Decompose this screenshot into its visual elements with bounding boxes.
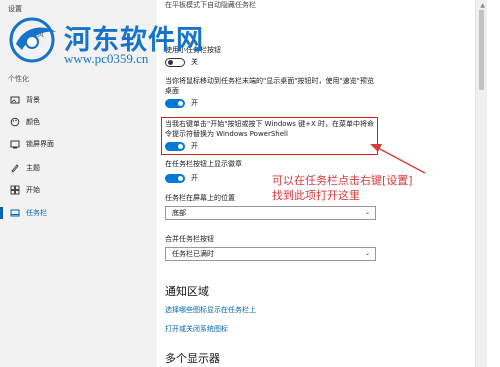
annotation-text: 可以在任务栏点击右键[设置] 找到此项打开这里 [272, 174, 413, 202]
sidebar-item-start[interactable]: 开始 [0, 180, 157, 200]
palette-icon [10, 117, 20, 127]
window-title: 设置 [8, 5, 22, 13]
sidebar-item-background[interactable]: 背景 [0, 90, 157, 110]
watermark-logo-icon [9, 17, 56, 63]
badges-toggle[interactable] [165, 173, 185, 183]
image-icon [10, 95, 20, 105]
cut-off-setting: 在平板模式下自动隐藏任务栏 [165, 1, 256, 9]
combine-select[interactable]: 任务栏已满时 ⌄ [165, 247, 376, 261]
watermark: 河东软件网 www.pc0359.cn [4, 14, 244, 74]
scroll-thumb[interactable] [479, 10, 484, 90]
chevron-down-icon: ⌄ [364, 209, 370, 216]
sidebar-item-label: 主题 [26, 164, 40, 172]
location-value: 底部 [172, 209, 186, 217]
sidebar-item-label: 开始 [26, 186, 40, 194]
peek-toggle[interactable] [165, 98, 185, 108]
select-icons-link[interactable]: 选择哪些图标显示在任务栏上 [165, 305, 256, 315]
badges-toggle-row[interactable]: 开 [165, 173, 198, 183]
location-label: 任务栏在屏幕上的位置 [165, 194, 235, 202]
sidebar-item-lockscreen[interactable]: 锁屏界面 [0, 134, 157, 154]
watermark-url: www.pc0359.cn [64, 51, 149, 66]
active-indicator [0, 207, 3, 219]
chevron-down-icon: ⌄ [364, 250, 370, 257]
toggle-state: 开 [191, 174, 198, 182]
peek-toggle-row[interactable]: 开 [165, 98, 198, 108]
scrollbar[interactable]: ▲ [475, 0, 487, 367]
system-icons-link[interactable]: 打开或关闭系统图标 [165, 324, 228, 334]
multi-display-title: 多个显示器 [165, 352, 220, 365]
sidebar-item-label: 背景 [26, 96, 40, 104]
lockscreen-icon [10, 139, 20, 149]
theme-icon [10, 163, 20, 173]
location-select[interactable]: 底部 ⌄ [165, 206, 376, 220]
badges-label: 在任务栏按钮上显示徽章 [165, 160, 242, 168]
taskbar-icon [10, 208, 20, 218]
combine-label: 合并任务栏按钮 [165, 235, 214, 243]
scroll-up-icon[interactable]: ▲ [480, 2, 485, 9]
sidebar-item-label: 任务栏 [26, 209, 47, 217]
highlight-box [161, 117, 378, 155]
combine-value: 任务栏已满时 [172, 250, 214, 258]
sidebar-item-label: 锁屏界面 [26, 140, 54, 148]
peek-label: 当你将鼠标移动到任务栏末端的"显示桌面"按钮时，使用"速览"预览桌面 [165, 77, 374, 95]
start-icon [10, 185, 20, 195]
section-label: 个性化 [8, 75, 29, 83]
sidebar-item-label: 颜色 [26, 118, 40, 126]
notification-area-title: 通知区域 [165, 285, 209, 298]
sidebar-item-taskbar[interactable]: 任务栏 [0, 203, 157, 223]
sidebar-item-themes[interactable]: 主题 [0, 158, 157, 178]
sidebar-item-colors[interactable]: 颜色 [0, 112, 157, 132]
toggle-state: 开 [191, 99, 198, 107]
